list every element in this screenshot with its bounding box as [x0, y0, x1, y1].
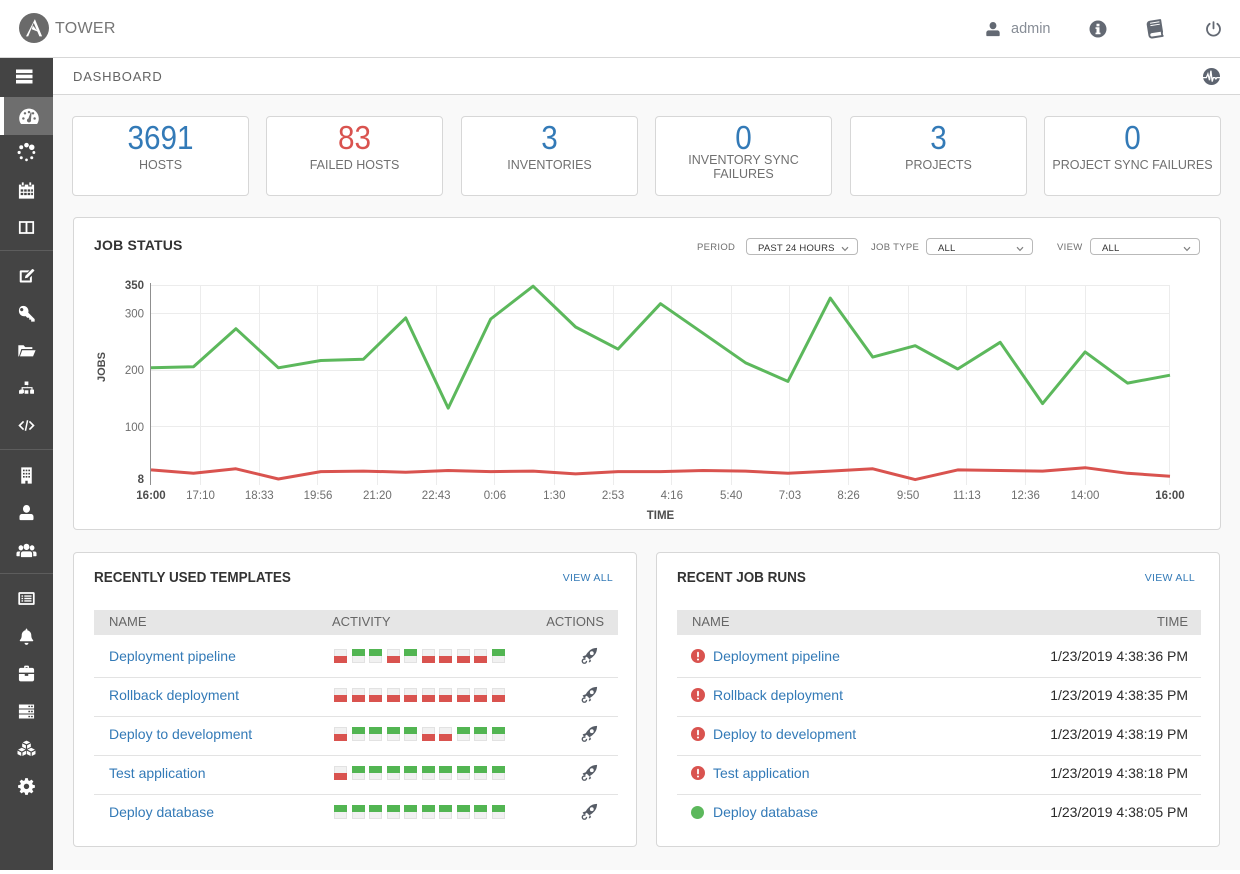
svg-text:21:20: 21:20 — [363, 490, 392, 502]
svg-text:19:56: 19:56 — [304, 490, 333, 502]
svg-text:100: 100 — [125, 422, 144, 434]
svg-text:0:06: 0:06 — [484, 490, 506, 502]
svg-text:12:36: 12:36 — [1011, 490, 1040, 502]
svg-text:22:43: 22:43 — [422, 490, 451, 502]
svg-text:300: 300 — [125, 308, 144, 320]
svg-text:16:00: 16:00 — [1155, 490, 1184, 502]
svg-text:18:33: 18:33 — [245, 490, 274, 502]
svg-text:5:40: 5:40 — [720, 490, 742, 502]
svg-text:TIME: TIME — [647, 510, 675, 522]
svg-text:14:00: 14:00 — [1071, 490, 1100, 502]
svg-text:350: 350 — [125, 280, 144, 292]
svg-text:JOBS: JOBS — [96, 352, 108, 382]
svg-text:17:10: 17:10 — [186, 490, 215, 502]
svg-text:7:03: 7:03 — [779, 490, 801, 502]
svg-text:200: 200 — [125, 365, 144, 377]
svg-text:11:13: 11:13 — [953, 490, 981, 502]
svg-text:1:30: 1:30 — [543, 490, 565, 502]
svg-text:8: 8 — [138, 474, 145, 486]
svg-text:8:26: 8:26 — [837, 490, 859, 502]
svg-text:9:50: 9:50 — [897, 490, 919, 502]
svg-text:16:00: 16:00 — [136, 490, 165, 502]
svg-text:2:53: 2:53 — [602, 490, 624, 502]
svg-text:4:16: 4:16 — [661, 490, 683, 502]
